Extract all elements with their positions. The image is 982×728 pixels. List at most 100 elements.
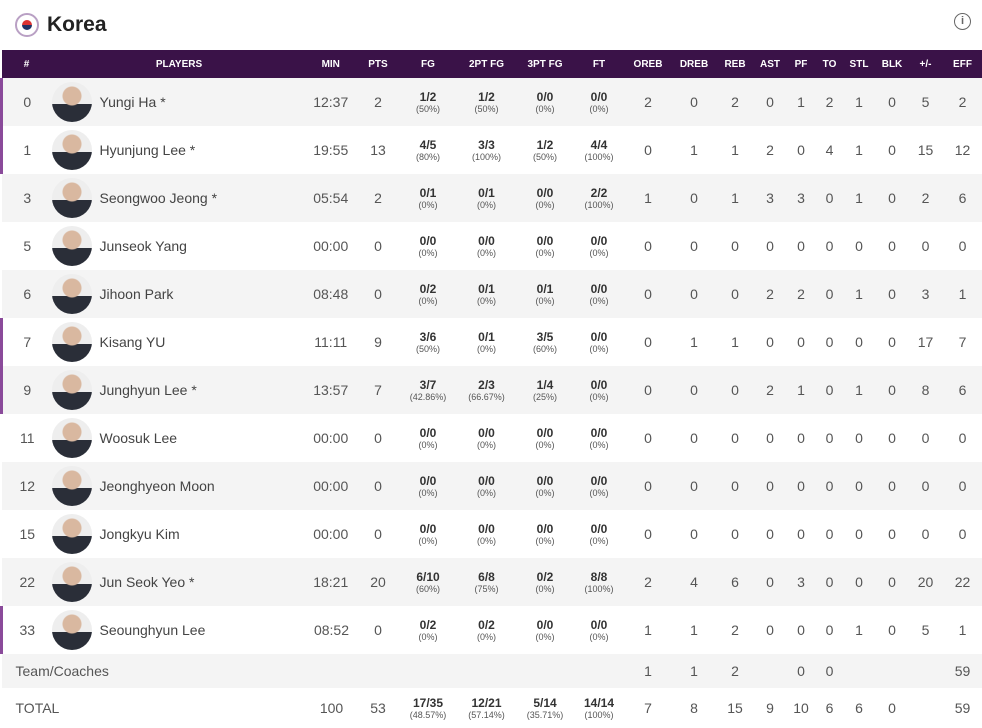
column-header[interactable]: 3PT FG — [516, 50, 574, 78]
empty-cell — [399, 654, 457, 688]
player-row[interactable]: 9 Junghyun Lee * 13:57 7 3/7 (42.86%) 2/3 (66.6… — [0, 366, 982, 414]
player-name-link[interactable]: Junseok Yang — [100, 238, 187, 254]
player-row[interactable]: 5 Junseok Yang 00:00 0 0/0 (0%) 0/0 (0%) 0/0 (0%)… — [2, 222, 982, 270]
percentage: (0%) — [476, 536, 496, 546]
player-name-link[interactable]: Kisang YU — [100, 334, 166, 350]
made-attempted: 0/0 — [478, 474, 495, 488]
info-icon[interactable]: i — [954, 13, 971, 30]
stat-cell: 0 — [843, 558, 875, 606]
total-row: TOTAL 100 53 17/35 (48.57%) 12/21 (57.14%) 5/14… — [2, 688, 982, 728]
stat-cell: 0 — [731, 430, 739, 446]
player-row[interactable]: 22 Jun Seok Yeo * 18:21 20 6/10 (60%) 6/8 (75%)… — [1, 558, 982, 606]
stat-cell: 2 — [716, 654, 754, 688]
player-row[interactable]: 0 Yungi Ha * 12:37 2 1/2 (50%) 1/2 (50%) 0/0 (0%)… — [0, 78, 982, 126]
player-row[interactable]: 3 Seongwoo Jeong * 05:54 2 0/1 (0%) 0/1 (0%) 0/0… — [1, 174, 982, 222]
percentage: (60%) — [532, 344, 557, 354]
stat-cell: 0 — [766, 526, 774, 542]
column-header[interactable]: FT — [573, 50, 625, 78]
column-header[interactable]: PTS — [356, 50, 400, 78]
column-header[interactable]: TO — [815, 50, 844, 78]
column-header[interactable]: EFF — [941, 50, 982, 78]
column-header[interactable]: OREB — [624, 50, 672, 78]
player-name-link[interactable]: Jongkyu Kim — [100, 526, 180, 542]
percentage: (0%) — [476, 200, 496, 210]
player-row[interactable]: 7 Kisang YU 11:11 9 3/6 (50%) 0/1 (0%) 3/5 (60%) 0… — [0, 318, 982, 366]
shot-cell-ft: 0/0 (0%) — [573, 462, 625, 510]
points: 0 — [356, 462, 400, 510]
player-row[interactable]: 12 Jeonghyeon Moon 00:00 0 0/0 (0%) 0/0 (0%) 0/0… — [1, 462, 982, 510]
player-cell: Seounghyun Lee — [51, 606, 307, 654]
stat-cell: 59 — [954, 700, 971, 716]
column-header[interactable]: REB — [716, 50, 754, 78]
made-attempted: 1/2 — [478, 90, 495, 104]
column-header[interactable]: MIN — [306, 50, 357, 78]
column-header[interactable]: PLAYERS — [51, 50, 307, 78]
stat-cell: 1 — [855, 622, 863, 638]
column-header[interactable]: DREB — [671, 50, 717, 78]
total-points: 53 — [370, 700, 386, 716]
shot-cell-fg: 0/0 (0%) — [400, 510, 457, 558]
column-header[interactable]: # — [1, 50, 52, 78]
table-header: # PLAYERS MIN PTS FG 2PT FG 3PT FG FT OREB DREB RE… — [1, 50, 982, 78]
stat-cell: 3 — [909, 270, 942, 318]
shot-cell-fg2: 1/2 (50%) — [456, 78, 517, 126]
player-name-link[interactable]: Seounghyun Lee — [100, 622, 206, 638]
stat-cell: 2 — [786, 270, 816, 318]
player-row[interactable]: 1 Hyunjung Lee * 19:55 13 4/5 (80%) 3/3 (100%) 1… — [0, 126, 982, 174]
column-header[interactable]: AST — [753, 50, 787, 78]
column-header[interactable]: +/- — [909, 50, 942, 78]
stat-cell: 1 — [843, 174, 875, 222]
player-name-link[interactable]: Woosuk Lee — [100, 430, 178, 446]
percentage: (0%) — [476, 296, 496, 306]
empty-cell — [356, 654, 400, 688]
stat-cell: 1 — [644, 622, 652, 638]
player-row[interactable]: 33 Seounghyun Lee 08:52 0 0/2 (0%) 0/2 (0%) 0/0(… — [0, 606, 982, 654]
shot-cell-fg3: 0/0 (0%) — [516, 174, 574, 222]
percentage: (0%) — [589, 392, 609, 402]
stat-cell: 1 — [786, 366, 816, 414]
stat-cell: 6 — [716, 558, 754, 606]
player-name-link[interactable]: Jun Seok Yeo * — [100, 574, 195, 590]
shot-cell-fg3: 0/1 (0%) — [516, 270, 574, 318]
player-name-link[interactable]: Jeonghyeon Moon — [100, 478, 215, 494]
column-header[interactable]: FG — [399, 50, 457, 78]
points: 7 — [356, 366, 400, 414]
stat-cell: 0 — [888, 334, 896, 350]
player-name-link[interactable]: Seongwoo Jeong * — [100, 190, 218, 206]
percentage: (0%) — [535, 488, 555, 498]
stat-cell: 0 — [888, 700, 896, 716]
player-cell: Seongwoo Jeong * — [51, 174, 307, 222]
player-name-link[interactable]: Jihoon Park — [100, 286, 174, 302]
player-row[interactable]: 15 Jongkyu Kim 00:00 0 0/0 (0%) 0/0 (0%) 0/0 (0%)… — [2, 510, 982, 558]
stat-cell: 4 — [671, 558, 717, 606]
column-header[interactable]: 2PT FG — [456, 50, 517, 78]
stat-cell: 0 — [731, 238, 739, 254]
stat-cell: 0 — [671, 462, 717, 510]
percentage: (25%) — [532, 392, 557, 402]
player-name-link[interactable]: Yungi Ha * — [100, 94, 166, 110]
column-header[interactable]: BLK — [874, 50, 910, 78]
stat-cell: 0 — [815, 366, 844, 414]
stat-cell: 1 — [843, 270, 875, 318]
percentage: (0%) — [418, 248, 438, 258]
made-attempted: 2/2 — [590, 186, 608, 200]
jersey-number: 33 — [0, 606, 52, 654]
player-row[interactable]: 11 Woosuk Lee 00:00 0 0/0 (0%) 0/0 (0%) 0/0 (0%) 0… — [2, 414, 982, 462]
stat-cell: 0 — [941, 462, 982, 510]
shot-cell-fg: 6/10 (60%) — [399, 558, 457, 606]
stat-cell: 0 — [671, 78, 717, 126]
player-row[interactable]: 6 Jihoon Park 08:48 0 0/2 (0%) 0/1 (0%) 0/1 (0%) 0… — [1, 270, 982, 318]
percentage: (100%) — [471, 152, 501, 162]
percentage: (0%) — [535, 104, 555, 114]
player-name-link[interactable]: Junghyun Lee * — [100, 382, 197, 398]
player-photo — [51, 610, 92, 650]
stat-cell — [753, 654, 787, 688]
stat-cell: 0 — [874, 462, 910, 510]
stat-cell: 0 — [671, 366, 717, 414]
stat-cell: 0 — [958, 238, 967, 254]
shot-cell-ft: 0/0 (0%) — [574, 318, 625, 366]
column-header[interactable]: PF — [786, 50, 816, 78]
player-name-link[interactable]: Hyunjung Lee * — [100, 142, 196, 158]
column-header[interactable]: STL — [843, 50, 875, 78]
stat-cell: 59 — [941, 654, 982, 688]
